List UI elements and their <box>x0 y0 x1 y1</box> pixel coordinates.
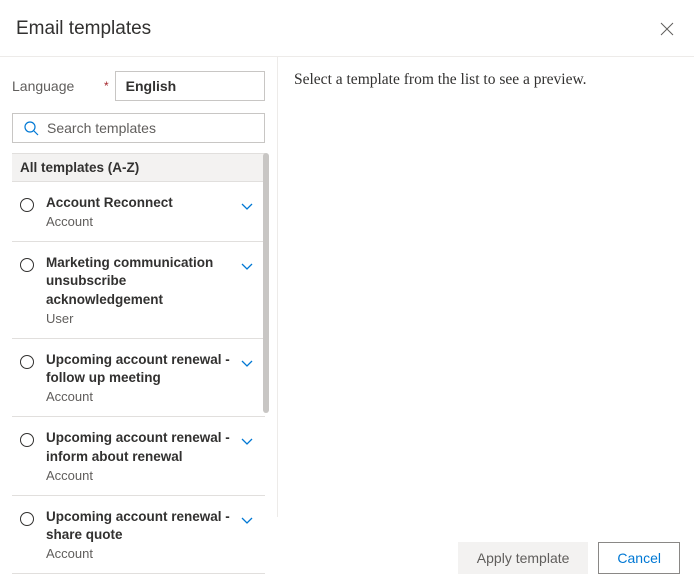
chevron-down-icon[interactable] <box>239 198 255 214</box>
language-field: Language * English <box>12 71 265 101</box>
dialog-header: Email templates <box>0 0 694 57</box>
template-item-title: Upcoming account renewal - follow up mee… <box>46 351 235 387</box>
radio-unselected[interactable] <box>20 433 34 447</box>
template-item-text: Upcoming account renewal - follow up mee… <box>46 351 239 404</box>
template-item[interactable]: Marketing communication unsubscribe ackn… <box>12 242 265 339</box>
template-item-title: Upcoming account renewal - inform about … <box>46 429 235 465</box>
template-item-text: Upcoming account renewal - inform about … <box>46 429 239 482</box>
chevron-down-icon[interactable] <box>239 355 255 371</box>
dialog-footer: Apply template Cancel <box>0 532 694 584</box>
chevron-down-icon[interactable] <box>239 433 255 449</box>
preview-panel: Select a template from the list to see a… <box>278 57 694 517</box>
template-item-subtitle: User <box>46 311 235 326</box>
close-icon <box>660 22 674 36</box>
template-list: All templates (A-Z) Account Reconnect Ac… <box>12 153 265 574</box>
search-box[interactable] <box>12 113 265 143</box>
preview-placeholder-text: Select a template from the list to see a… <box>294 71 678 89</box>
template-item[interactable]: Account Reconnect Account <box>12 182 265 242</box>
list-section-header: All templates (A-Z) <box>12 153 265 182</box>
radio-unselected[interactable] <box>20 512 34 526</box>
template-item[interactable]: Upcoming account renewal - inform about … <box>12 417 265 495</box>
template-item[interactable]: Upcoming account renewal - follow up mee… <box>12 339 265 417</box>
radio-unselected[interactable] <box>20 355 34 369</box>
language-label: Language <box>12 78 108 94</box>
template-item-subtitle: Account <box>46 389 235 404</box>
scrollbar-thumb[interactable] <box>263 153 269 413</box>
dialog-content: Language * English All templates (A-Z) A… <box>0 57 694 517</box>
search-input[interactable] <box>47 120 254 136</box>
template-item-subtitle: Account <box>46 468 235 483</box>
template-item-text: Marketing communication unsubscribe ackn… <box>46 254 239 326</box>
language-select[interactable]: English <box>115 71 265 101</box>
radio-unselected[interactable] <box>20 258 34 272</box>
apply-template-button[interactable]: Apply template <box>458 542 589 574</box>
dialog-title: Email templates <box>16 18 151 40</box>
template-item-subtitle: Account <box>46 214 235 229</box>
cancel-button[interactable]: Cancel <box>598 542 680 574</box>
chevron-down-icon[interactable] <box>239 512 255 528</box>
chevron-down-icon[interactable] <box>239 258 255 274</box>
left-panel: Language * English All templates (A-Z) A… <box>0 57 278 517</box>
required-indicator: * <box>104 79 109 93</box>
template-item-title: Marketing communication unsubscribe ackn… <box>46 254 235 309</box>
template-item-title: Account Reconnect <box>46 194 235 212</box>
radio-unselected[interactable] <box>20 198 34 212</box>
template-item-text: Account Reconnect Account <box>46 194 239 229</box>
search-icon <box>23 120 39 136</box>
close-button[interactable] <box>656 18 678 44</box>
